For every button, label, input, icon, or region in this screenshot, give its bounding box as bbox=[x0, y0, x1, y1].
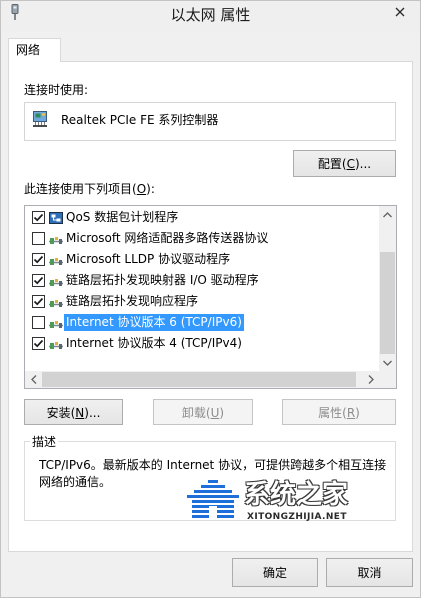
cancel-button-label: 取消 bbox=[357, 566, 382, 580]
item-checkbox[interactable] bbox=[32, 211, 45, 224]
components-label: 此连接使用下列项目(O): bbox=[24, 182, 155, 196]
configure-button-label: 配置(C)... bbox=[317, 157, 372, 171]
properties-button[interactable]: 属性(R) bbox=[282, 399, 396, 425]
list-item[interactable]: Microsoft LLDP 协议驱动程序 bbox=[25, 249, 379, 270]
watermark-name: 系统之家 bbox=[244, 480, 349, 510]
protocol-icon bbox=[48, 273, 64, 289]
list-item[interactable]: Internet 协议版本 6 (TCP/IPv6) bbox=[25, 312, 379, 333]
item-label: Internet 协议版本 6 (TCP/IPv6) bbox=[64, 314, 244, 331]
access-key: N bbox=[75, 405, 85, 420]
item-checkbox[interactable] bbox=[32, 274, 45, 287]
install-button-label: 安装(N)... bbox=[46, 405, 101, 420]
checkmark-icon bbox=[33, 213, 44, 222]
list-item[interactable]: Microsoft 网络适配器多路传送器协议 bbox=[25, 228, 379, 249]
chevron-down-icon bbox=[383, 360, 392, 366]
item-checkbox[interactable] bbox=[32, 232, 45, 245]
uninstall-button[interactable]: 卸载(U) bbox=[153, 399, 253, 425]
properties-button-label: 属性(R) bbox=[318, 405, 360, 420]
network-adapter-icon bbox=[32, 110, 48, 128]
item-checkbox[interactable] bbox=[32, 253, 45, 266]
horizontal-scroll-thumb[interactable] bbox=[42, 372, 356, 387]
checkmark-icon bbox=[33, 339, 44, 348]
components-list-items: QoS 数据包计划程序 Microsoft 网络适配器多路传送器协议 Microso… bbox=[25, 206, 379, 371]
item-label: 链路层拓扑发现映射器 I/O 驱动程序 bbox=[66, 273, 259, 287]
ethernet-properties-dialog: 以太网 属性 网络 连接时使用: Realtek PCIe FE 系列控制器 配… bbox=[0, 0, 421, 598]
qos-icon bbox=[48, 210, 64, 226]
checkmark-icon bbox=[33, 276, 44, 285]
tab-network[interactable]: 网络 bbox=[8, 38, 61, 62]
chevron-right-icon bbox=[368, 375, 374, 384]
protocol-icon bbox=[48, 336, 64, 352]
configure-button[interactable]: 配置(C)... bbox=[293, 150, 396, 177]
list-item[interactable]: Internet 协议版本 4 (TCP/IPv4) bbox=[25, 333, 379, 354]
access-key: R bbox=[346, 405, 356, 420]
access-key: C bbox=[346, 157, 355, 171]
cancel-button[interactable]: 取消 bbox=[326, 558, 413, 587]
list-item[interactable]: QoS 数据包计划程序 bbox=[25, 207, 379, 228]
horizontal-scrollbar[interactable] bbox=[25, 371, 379, 388]
components-list[interactable]: QoS 数据包计划程序 Microsoft 网络适配器多路传送器协议 Microso… bbox=[24, 205, 397, 389]
scroll-down-button[interactable] bbox=[379, 354, 396, 371]
ok-button[interactable]: 确定 bbox=[232, 558, 318, 587]
tab-label: 网络 bbox=[16, 43, 41, 57]
protocol-icon bbox=[48, 294, 64, 310]
item-label: Microsoft 网络适配器多路传送器协议 bbox=[66, 231, 269, 245]
scroll-right-button[interactable] bbox=[362, 371, 379, 388]
chevron-left-icon bbox=[30, 375, 37, 384]
item-checkbox[interactable] bbox=[32, 337, 45, 350]
install-button[interactable]: 安装(N)... bbox=[24, 399, 123, 425]
scrollbar-corner bbox=[379, 371, 396, 388]
window-title: 以太网 属性 bbox=[170, 6, 251, 24]
scroll-up-button[interactable] bbox=[379, 206, 396, 223]
protocol-icon bbox=[48, 231, 64, 247]
vertical-scroll-thumb[interactable] bbox=[380, 252, 395, 354]
item-label: Microsoft LLDP 协议驱动程序 bbox=[66, 252, 231, 266]
chevron-up-icon bbox=[383, 211, 392, 218]
checkmark-icon bbox=[33, 297, 44, 306]
adapter-name: Realtek PCIe FE 系列控制器 bbox=[61, 113, 219, 127]
vertical-scrollbar[interactable] bbox=[379, 206, 396, 371]
item-label: 链路层拓扑发现响应程序 bbox=[66, 294, 199, 308]
item-label: QoS 数据包计划程序 bbox=[66, 210, 179, 224]
item-checkbox[interactable] bbox=[32, 295, 45, 308]
item-label: Internet 协议版本 4 (TCP/IPv4) bbox=[66, 336, 242, 350]
close-button[interactable] bbox=[388, 2, 412, 22]
title-bar[interactable]: 以太网 属性 bbox=[1, 1, 420, 32]
list-item[interactable]: 链路层拓扑发现映射器 I/O 驱动程序 bbox=[25, 270, 379, 291]
item-checkbox[interactable] bbox=[32, 316, 45, 329]
connect-using-label: 连接时使用: bbox=[24, 83, 89, 97]
adapter-box: Realtek PCIe FE 系列控制器 bbox=[24, 102, 396, 141]
protocol-icon bbox=[48, 252, 64, 268]
close-icon bbox=[395, 7, 405, 17]
uninstall-button-label: 卸载(U) bbox=[181, 405, 225, 420]
watermark-logo-icon bbox=[182, 477, 244, 521]
protocol-icon bbox=[48, 315, 64, 331]
access-key: O bbox=[136, 182, 147, 196]
watermark: 系统之家 XITONGZHIJIA.NET bbox=[180, 474, 366, 526]
checkmark-icon bbox=[33, 255, 44, 264]
list-item[interactable]: 链路层拓扑发现响应程序 bbox=[25, 291, 379, 312]
access-key: U bbox=[210, 405, 220, 420]
scroll-left-button[interactable] bbox=[25, 371, 42, 388]
watermark-site: XITONGZHIJIA.NET bbox=[247, 512, 347, 522]
ok-button-label: 确定 bbox=[262, 566, 287, 580]
description-title: 描述 bbox=[30, 435, 59, 449]
